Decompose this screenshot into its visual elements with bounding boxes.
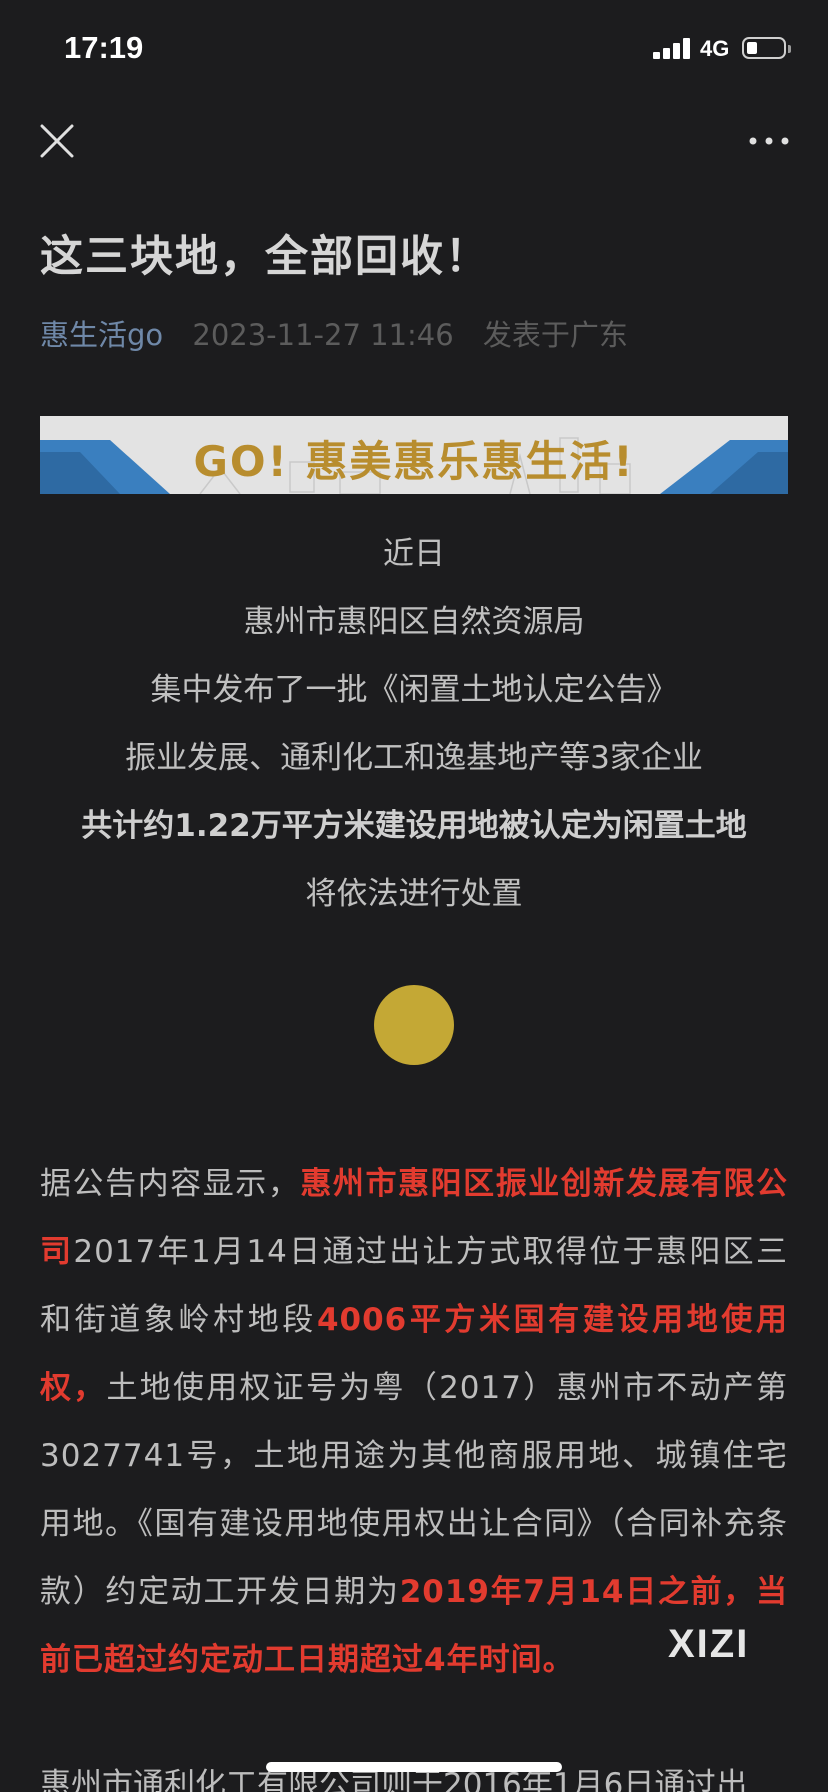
article-meta: 惠生活go 2023-11-27 11:46 发表于广东 <box>40 312 628 354</box>
intro-line: 惠州市惠阳区自然资源局 <box>243 604 585 640</box>
battery-icon <box>742 37 791 59</box>
close-icon[interactable] <box>38 122 76 160</box>
home-indicator[interactable] <box>266 1762 562 1772</box>
signal-icon <box>653 37 693 59</box>
intro-block: 近日 惠州市惠阳区自然资源局 集中发布了一批《闲置土地认定公告》 振业发展、通利… <box>0 520 828 928</box>
article-body: 据公告内容显示，惠州市惠阳区振业创新发展有限公司2017年1月14日通过出让方式… <box>40 1150 788 1694</box>
intro-line: 将依法进行处置 <box>305 876 523 912</box>
status-time: 17:19 <box>64 30 144 65</box>
intro-line-emphasis: 共计约1.22万平方米建设用地被认定为闲置土地 <box>81 808 747 844</box>
article-paragraph: 据公告内容显示，惠州市惠阳区振业创新发展有限公司2017年1月14日通过出让方式… <box>40 1166 789 1678</box>
intro-line: 振业发展、通利化工和逸基地产等3家企业 <box>125 740 703 776</box>
more-icon[interactable] <box>748 126 790 156</box>
banner-text: GO! 惠美惠乐惠生活! <box>193 437 635 486</box>
circle-divider-icon <box>374 985 454 1065</box>
status-bar: 17:19 4G <box>0 0 828 100</box>
article-title: 这三块地，全部回收！ <box>40 232 490 282</box>
network-label: 4G <box>700 36 730 61</box>
account-link[interactable]: 惠生活go <box>40 318 163 352</box>
nav-bar <box>0 100 828 180</box>
publish-date: 2023-11-27 11:46 <box>192 318 454 352</box>
article-banner: GO! 惠美惠乐惠生活! <box>40 416 788 494</box>
watermark-logo: XIZI <box>668 1622 750 1666</box>
intro-line: 近日 <box>383 536 445 572</box>
intro-line: 集中发布了一批《闲置土地认定公告》 <box>150 672 678 708</box>
publish-region: 发表于广东 <box>482 318 628 352</box>
